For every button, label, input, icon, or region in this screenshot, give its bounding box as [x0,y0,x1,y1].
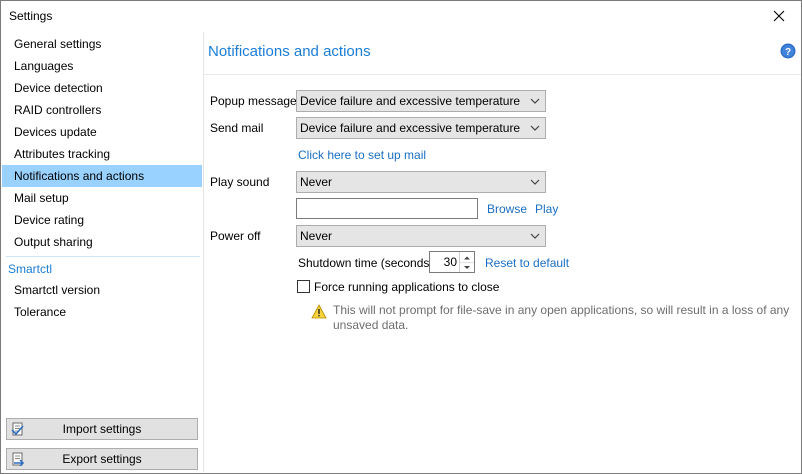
power-off-label: Power off [210,229,261,243]
sidebar-item-output-sharing[interactable]: Output sharing [2,231,202,253]
import-settings-label: Import settings [62,422,142,436]
send-mail-value: Device failure and excessive temperature [300,121,521,135]
shutdown-time-stepper[interactable]: 30 [429,251,475,273]
chevron-down-icon [464,266,470,269]
export-settings-button[interactable]: Export settings [6,448,198,470]
play-link[interactable]: Play [535,199,558,219]
play-sound-value: Never [300,175,333,189]
settings-panel: Notifications and actions ? Popup messag… [203,32,801,472]
send-mail-dropdown[interactable]: Device failure and excessive temperature [296,117,546,139]
popup-message-dropdown[interactable]: Device failure and excessive temperature [296,90,546,112]
send-mail-label: Send mail [210,121,264,135]
sidebar-item-languages[interactable]: Languages [2,55,202,77]
power-off-dropdown[interactable]: Never [296,225,546,247]
force-close-label[interactable]: Force running applications to close [314,277,499,297]
sound-file-input[interactable] [296,198,478,219]
shutdown-time-label: Shutdown time (seconds) [298,256,434,270]
sidebar-section-header-smartctl: Smartctl [8,262,53,276]
import-settings-button[interactable]: Import settings [6,418,198,440]
title-bar: Settings [1,1,801,31]
sidebar-item-smartctl-version[interactable]: Smartctl version [2,279,202,301]
sidebar-item-general-settings[interactable]: General settings [2,33,202,55]
svg-text:?: ? [785,47,791,58]
window-title: Settings [9,9,53,23]
stepper-down-button[interactable] [460,262,474,272]
popup-message-label: Popup message [210,94,297,108]
warning-icon [311,304,327,319]
help-icon[interactable]: ? [780,43,796,59]
settings-window: Settings General settings Languages Devi… [0,0,802,474]
chevron-down-icon [530,233,540,239]
close-icon [773,10,785,22]
mail-setup-link[interactable]: Click here to set up mail [298,145,426,165]
sidebar-divider [6,256,200,257]
stepper-buttons [459,252,474,272]
header-divider [203,74,801,75]
sidebar-item-notifications-and-actions[interactable]: Notifications and actions [2,165,202,187]
force-close-checkbox[interactable] [297,280,310,293]
sidebar-item-mail-setup[interactable]: Mail setup [2,187,202,209]
shutdown-time-value: 30 [443,255,457,269]
play-sound-dropdown[interactable]: Never [296,171,546,193]
export-settings-label: Export settings [62,452,142,466]
chevron-down-icon [530,125,540,131]
sidebar-item-attributes-tracking[interactable]: Attributes tracking [2,143,202,165]
sidebar-item-tolerance[interactable]: Tolerance [2,301,202,323]
sidebar-item-device-detection[interactable]: Device detection [2,77,202,99]
sidebar-item-raid-controllers[interactable]: RAID controllers [2,99,202,121]
page-title: Notifications and actions [208,43,371,60]
power-off-value: Never [300,229,333,243]
chevron-down-icon [530,179,540,185]
chevron-down-icon [530,98,540,104]
sidebar: General settings Languages Device detect… [2,32,204,472]
play-sound-label: Play sound [210,175,270,189]
popup-message-value: Device failure and excessive temperature [300,94,521,108]
sidebar-item-device-rating[interactable]: Device rating [2,209,202,231]
reset-to-default-link[interactable]: Reset to default [485,253,569,273]
close-button[interactable] [757,1,801,31]
sidebar-item-devices-update[interactable]: Devices update [2,121,202,143]
browse-link[interactable]: Browse [487,199,527,219]
warning-message: This will not prompt for file-save in an… [333,303,790,332]
